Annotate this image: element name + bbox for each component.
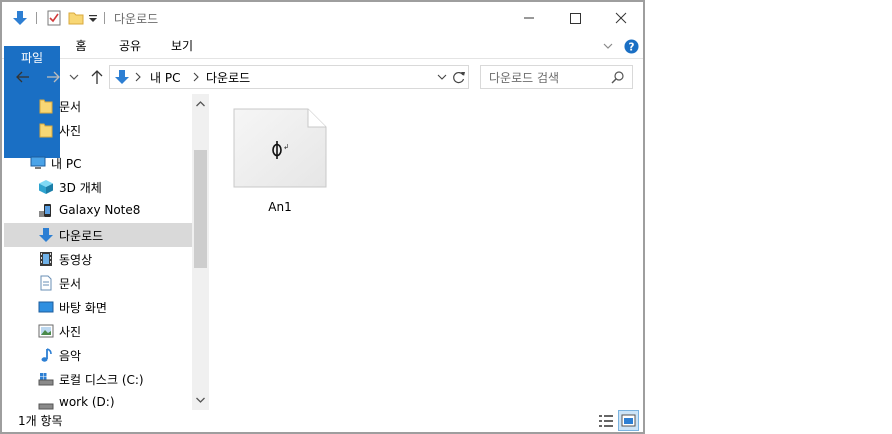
properties-icon[interactable] — [46, 10, 62, 26]
computer-icon — [30, 156, 46, 169]
nav-item-work-d[interactable]: work (D:) — [4, 391, 192, 410]
navigation-bar: 내 PC 다운로드 다운로드 검색 — [2, 60, 643, 94]
nav-item-label: 다운로드 — [59, 229, 104, 243]
large-icons-view-button[interactable] — [618, 410, 639, 431]
nav-item-documents[interactable]: 문서 — [4, 271, 192, 295]
tab-share[interactable]: 공유 — [110, 34, 150, 58]
item-count: 1개 항목 — [18, 414, 63, 428]
search-icon[interactable] — [611, 70, 625, 84]
nav-item-label: 로컬 디스크 (C:) — [59, 373, 144, 387]
scroll-down-icon[interactable] — [195, 396, 206, 404]
nav-item-label: 문서 — [59, 100, 82, 114]
status-bar: 1개 항목 — [2, 410, 643, 432]
nav-item-documents-quick[interactable]: 문서 — [4, 94, 192, 118]
nav-item-videos[interactable]: 동영상 — [4, 247, 192, 271]
tab-view[interactable]: 보기 — [162, 34, 202, 58]
nav-item-label: Galaxy Note8 — [59, 203, 141, 217]
picture-icon — [38, 324, 54, 338]
download-icon — [115, 70, 129, 84]
tab-home[interactable]: 홈 — [66, 34, 96, 58]
help-icon[interactable]: ? — [624, 39, 639, 54]
refresh-icon[interactable] — [452, 69, 466, 85]
recent-locations-icon[interactable] — [68, 68, 80, 86]
film-icon — [40, 252, 52, 266]
nav-item-this-pc[interactable]: 내 PC — [4, 151, 192, 175]
window-frame: 다운로드 파일 홈 공유 보기 ? 내 PC 다운로드 다운로드 검색 문서 사… — [2, 2, 643, 432]
nav-item-label: 바탕 화면 — [59, 301, 107, 315]
breadcrumb-downloads[interactable]: 다운로드 — [206, 69, 250, 86]
nav-item-desktop[interactable]: 바탕 화면 — [4, 295, 192, 319]
quick-access-dropdown-icon[interactable] — [88, 10, 98, 26]
nav-item-galaxy-note8[interactable]: Galaxy Note8 — [4, 199, 192, 223]
back-arrow-icon[interactable] — [14, 68, 32, 86]
nav-item-label: 3D 개체 — [59, 181, 102, 195]
nav-item-label: 동영상 — [59, 253, 93, 267]
music-icon — [41, 348, 52, 362]
breadcrumb-this-pc[interactable]: 내 PC — [150, 69, 180, 86]
chevron-right-icon[interactable] — [134, 72, 142, 82]
title-separator — [36, 12, 37, 24]
file-item[interactable]: ↲ An1 — [230, 106, 330, 218]
nav-item-downloads[interactable]: 다운로드 — [4, 223, 192, 247]
title-bar: 다운로드 — [2, 2, 643, 34]
nav-scrollbar[interactable] — [192, 94, 209, 410]
drive-icon — [38, 403, 54, 410]
nav-item-label: work (D:) — [59, 395, 115, 409]
drive-icon — [38, 373, 54, 386]
up-arrow-icon[interactable] — [88, 68, 106, 86]
window-title: 다운로드 — [114, 12, 159, 26]
new-folder-icon[interactable] — [68, 10, 84, 26]
forward-arrow-icon[interactable] — [44, 68, 62, 86]
search-placeholder: 다운로드 검색 — [489, 71, 560, 85]
address-history-dropdown-icon[interactable] — [436, 72, 448, 82]
title-separator — [104, 12, 105, 24]
folder-icon — [39, 123, 53, 138]
nav-item-label: 사진 — [59, 325, 82, 339]
address-bar[interactable]: 내 PC 다운로드 — [109, 65, 469, 89]
nav-item-pictures-quick[interactable]: 사진 — [4, 118, 192, 142]
nav-item-label: 음악 — [59, 349, 82, 363]
large-icons-view-icon — [621, 414, 636, 427]
folder-icon — [39, 99, 53, 114]
explorer-window: 다운로드 파일 홈 공유 보기 ? 내 PC 다운로드 다운로드 검색 문서 사… — [0, 0, 645, 434]
nav-item-pictures[interactable]: 사진 — [4, 319, 192, 343]
document-icon — [40, 275, 52, 291]
file-name: An1 — [268, 200, 292, 214]
nav-item-local-disk-c[interactable]: 로컬 디스크 (C:) — [4, 367, 192, 391]
generic-file-icon: ↲ — [233, 108, 327, 188]
download-icon — [39, 228, 53, 242]
chevron-right-icon[interactable] — [192, 72, 200, 82]
svg-text:?: ? — [629, 41, 635, 53]
details-view-icon[interactable] — [598, 413, 614, 429]
expand-ribbon-icon[interactable] — [602, 40, 614, 52]
ribbon-tabs: 파일 홈 공유 보기 ? — [2, 34, 643, 158]
nav-item-music[interactable]: 음악 — [4, 343, 192, 367]
file-list-area: ↲ An1 — [210, 94, 643, 410]
close-button[interactable] — [598, 2, 643, 34]
scroll-up-icon[interactable] — [195, 100, 206, 108]
scroll-thumb[interactable] — [194, 150, 207, 268]
phone-icon — [39, 204, 51, 217]
nav-item-label: 내 PC — [51, 157, 82, 171]
nav-item-3d-objects[interactable]: 3D 개체 — [4, 175, 192, 199]
search-box[interactable]: 다운로드 검색 — [480, 65, 633, 89]
svg-text:↲: ↲ — [283, 143, 289, 151]
nav-item-label: 문서 — [59, 277, 82, 291]
nav-item-label: 사진 — [59, 124, 82, 138]
download-arrow-icon[interactable] — [12, 10, 28, 26]
maximize-button[interactable] — [552, 2, 598, 34]
navigation-pane: 문서 사진 내 PC 3D 개체 Galaxy Note8 다운로드 동영상 문… — [2, 94, 210, 410]
cube-icon — [39, 180, 53, 194]
minimize-button[interactable] — [506, 2, 552, 34]
desktop-icon — [38, 301, 54, 313]
